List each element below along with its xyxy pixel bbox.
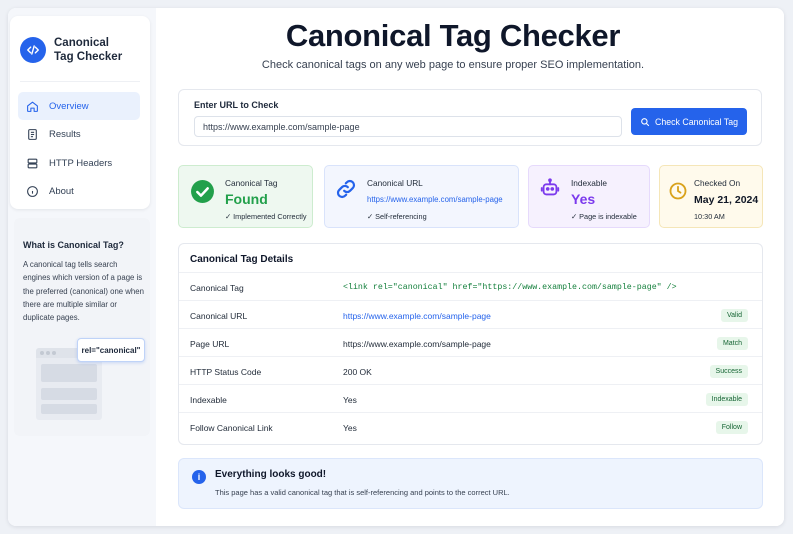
sidebar-nav: Overview Results HTTP Headers About xyxy=(18,92,140,206)
info-text: A canonical tag tells search engines whi… xyxy=(23,260,144,323)
robot-icon xyxy=(540,178,560,196)
sidebar-item-results[interactable]: Results xyxy=(18,121,140,149)
mock-dot xyxy=(40,351,44,355)
row-value: 200 OK xyxy=(343,367,372,377)
page-subtitle: Check canonical tags on any web page to … xyxy=(261,59,645,71)
url-input[interactable] xyxy=(194,116,622,137)
table-row: Follow Canonical Link Yes Follow xyxy=(179,412,762,440)
stat-canonical-tag: Canonical Tag Found ✓ Implemented Correc… xyxy=(178,165,313,228)
status-badge: Match xyxy=(716,337,748,350)
sidebar: Canonical Tag Checker Overview Results H… xyxy=(8,8,156,526)
stat-canonical-url: Canonical URL https://www.example.com/sa… xyxy=(324,165,519,228)
document-icon xyxy=(28,129,37,140)
stat-value: Yes xyxy=(571,191,596,207)
stat-indexable: Indexable Yes ✓ Page is indexable xyxy=(528,165,650,228)
table-row: Canonical Tag <link rel="canonical" href… xyxy=(179,272,762,300)
row-value: <link rel="canonical" href="https://www.… xyxy=(343,283,677,292)
row-value: Yes xyxy=(343,423,357,433)
stat-time: 10:30 AM xyxy=(694,212,725,221)
stat-label: Indexable xyxy=(571,178,607,188)
mock-dot xyxy=(52,351,56,355)
main-content: Canonical Tag Checker Check canonical ta… xyxy=(156,8,784,526)
row-key: Indexable xyxy=(190,395,227,405)
check-circle-icon xyxy=(191,180,214,203)
row-key: Canonical URL xyxy=(190,311,248,321)
stat-date: May 21, 2024 xyxy=(694,194,759,206)
row-key: Page URL xyxy=(190,339,230,349)
browser-illustration: rel="canonical" xyxy=(34,334,146,424)
stat-sub: ✓ Self-referencing xyxy=(367,212,427,221)
info-card: What is Canonical Tag? A canonical tag t… xyxy=(14,218,150,436)
stat-sub: ✓ Page is indexable xyxy=(571,212,637,221)
info-title: What is Canonical Tag? xyxy=(23,240,124,250)
mock-dot xyxy=(46,351,50,355)
url-label: Enter URL to Check xyxy=(194,100,279,110)
brand-line-1: Canonical xyxy=(54,37,109,49)
rel-canonical-bubble: rel="canonical" xyxy=(77,338,145,362)
url-form: Enter URL to Check Check Canonical Tag xyxy=(178,89,762,146)
row-value: https://www.example.com/sample-page xyxy=(343,339,491,349)
mock-block xyxy=(41,364,97,382)
row-value-link[interactable]: https://www.example.com/sample-page xyxy=(343,311,491,321)
search-icon xyxy=(641,117,650,126)
success-alert: i Everything looks good! This page has a… xyxy=(178,458,763,509)
check-canonical-button[interactable]: Check Canonical Tag xyxy=(631,108,747,135)
sidebar-item-http-headers[interactable]: HTTP Headers xyxy=(18,149,140,177)
stat-label: Canonical URL xyxy=(367,178,423,188)
mock-block xyxy=(41,404,97,414)
page-title: Canonical Tag Checker xyxy=(285,18,621,53)
stat-checked-on: Checked On May 21, 2024 10:30 AM xyxy=(659,165,763,228)
brand-name: Canonical Tag Checker xyxy=(54,36,122,64)
status-badge: Success xyxy=(709,365,748,378)
brand[interactable]: Canonical Tag Checker xyxy=(20,36,122,64)
details-table: Canonical Tag Details Canonical Tag <lin… xyxy=(178,243,763,445)
clock-icon xyxy=(669,182,687,200)
code-icon xyxy=(20,37,46,63)
status-badge: Indexable xyxy=(705,393,748,406)
sidebar-item-about[interactable]: About xyxy=(18,178,140,206)
sidebar-item-label: HTTP Headers xyxy=(49,157,113,169)
row-key: Follow Canonical Link xyxy=(190,423,273,433)
row-key: HTTP Status Code xyxy=(190,367,262,377)
info-icon: i xyxy=(192,470,206,484)
link-icon xyxy=(336,179,356,199)
row-key: Canonical Tag xyxy=(190,283,244,293)
brand-divider xyxy=(20,81,140,82)
app-window: Canonical Tag Checker Overview Results H… xyxy=(8,8,784,526)
sidebar-item-label: Overview xyxy=(49,100,89,112)
sidebar-item-overview[interactable]: Overview xyxy=(18,92,140,120)
server-icon xyxy=(27,158,38,168)
info-icon xyxy=(27,186,38,197)
row-value: Yes xyxy=(343,395,357,405)
stat-url-link[interactable]: https://www.example.com/sample-page xyxy=(367,195,503,204)
home-icon xyxy=(27,101,38,112)
brand-line-2: Tag Checker xyxy=(54,51,123,63)
status-badge: Valid xyxy=(720,309,748,322)
sidebar-item-label: Results xyxy=(49,129,81,140)
alert-body: This page has a valid canonical tag that… xyxy=(215,488,510,497)
stat-label: Checked On xyxy=(694,178,741,188)
table-row: Indexable Yes Indexable xyxy=(179,384,762,412)
details-title: Canonical Tag Details xyxy=(190,254,294,265)
table-row: Page URL https://www.example.com/sample-… xyxy=(179,328,762,356)
check-button-label: Check Canonical Tag xyxy=(655,116,738,127)
stat-sub: ✓ Implemented Correctly xyxy=(225,212,307,221)
alert-title: Everything looks good! xyxy=(215,469,327,480)
sidebar-item-label: About xyxy=(49,186,74,197)
status-badge: Follow xyxy=(715,421,748,434)
table-row: HTTP Status Code 200 OK Success xyxy=(179,356,762,384)
stat-label: Canonical Tag xyxy=(225,178,278,188)
details-rows: Canonical Tag <link rel="canonical" href… xyxy=(179,272,762,440)
mock-block xyxy=(41,388,97,400)
nav-card: Canonical Tag Checker Overview Results H… xyxy=(10,16,150,209)
table-row: Canonical URL https://www.example.com/sa… xyxy=(179,300,762,328)
stat-value: Found xyxy=(225,191,268,207)
